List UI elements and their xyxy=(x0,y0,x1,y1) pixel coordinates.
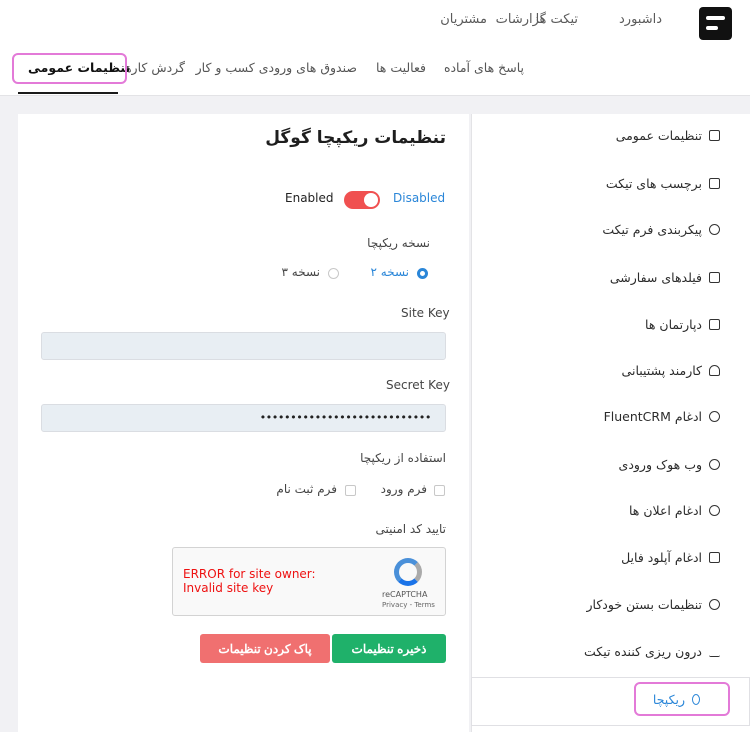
secret-key-label: Secret Key xyxy=(386,378,450,392)
sidebar-item-label: کارمند پشتیبانی xyxy=(621,363,702,378)
sidebar-item-ticket-form[interactable]: پیکربندی فرم تیکت xyxy=(602,222,720,237)
save-settings-button[interactable]: ذخیره تنظیمات xyxy=(332,634,446,663)
document-icon xyxy=(709,130,720,141)
sidebar-item-custom-fields[interactable]: فیلدهای سفارشی xyxy=(610,270,720,285)
sidebar-item-label: ادغام اعلان ها xyxy=(628,503,702,518)
captcha-brand: reCAPTCHA xyxy=(382,590,428,599)
sidebar-item-label: تنظیمات بستن خودکار xyxy=(586,597,703,612)
sidebar-item-label: ادغام FluentCRM xyxy=(603,409,702,424)
secret-key-input[interactable]: •••••••••••••••••••••••••••• xyxy=(41,404,446,432)
sidebar-item-label: برچسب های تیکت xyxy=(605,176,702,191)
active-tab-underline xyxy=(18,92,118,94)
toggle-on-label: Enabled xyxy=(285,191,334,205)
page-title: تنظیمات ریکپچا گوگل xyxy=(265,128,446,148)
sidebar-item-ticket-tags[interactable]: برچسب های تیکت xyxy=(606,176,720,191)
login-form-checkbox[interactable] xyxy=(434,485,445,496)
site-key-label: Site Key xyxy=(401,306,450,320)
folder-icon xyxy=(709,552,720,563)
tab-highlight xyxy=(12,53,127,84)
tab-business-inboxes[interactable]: صندوق های ورودی کسب و کار xyxy=(196,60,357,75)
sidebar-item-ticket-importer[interactable]: درون ریزی کننده تیکت xyxy=(584,644,720,659)
recaptcha-widget[interactable]: ERROR for site owner: Invalid site key r… xyxy=(172,547,446,616)
security-code-label: تایید کد امنیتی xyxy=(375,522,446,536)
recaptcha-icon xyxy=(394,558,422,586)
user-icon xyxy=(709,365,720,376)
clock-icon xyxy=(709,599,720,610)
sidebar-item-departments[interactable]: دپارتمان ها xyxy=(645,317,720,332)
webhook-icon xyxy=(709,459,720,470)
bag-icon xyxy=(709,319,720,330)
cog-icon xyxy=(709,411,720,422)
tab-workflows[interactable]: گردش کارها xyxy=(121,60,185,75)
sidebar-item-label: درون ریزی کننده تیکت xyxy=(584,644,702,659)
usage-label: استفاده از ریکپچا xyxy=(360,451,446,465)
tab-activities[interactable]: فعالیت ها xyxy=(376,60,426,75)
gear-icon xyxy=(709,224,720,235)
sidebar-item-general[interactable]: تنظیمات عمومی xyxy=(616,128,720,143)
app-logo[interactable] xyxy=(699,7,732,40)
sidebar-item-label: ادغام آپلود فایل xyxy=(621,550,702,565)
sidebar-item-label: وب هوک ورودی xyxy=(618,457,702,472)
captcha-links[interactable]: Privacy - Terms xyxy=(382,601,435,609)
sidebar-item-label: فیلدهای سفارشی xyxy=(609,270,702,285)
register-form-label[interactable]: فرم ثبت نام xyxy=(276,482,337,496)
bookmark-icon xyxy=(709,178,720,189)
login-form-label[interactable]: فرم ورود xyxy=(381,482,427,496)
site-key-input[interactable] xyxy=(41,332,446,360)
sidebar-item-label: پیکربندی فرم تیکت xyxy=(602,222,702,237)
sidebar-item-auto-close[interactable]: تنظیمات بستن خودکار xyxy=(586,597,720,612)
version-3-label[interactable]: نسخه ۳ xyxy=(282,265,321,279)
register-form-checkbox[interactable] xyxy=(345,485,356,496)
sidebar-item-fluentcrm[interactable]: ادغام FluentCRM xyxy=(604,409,720,424)
list-icon xyxy=(709,272,720,283)
sidebar-item-support-staff[interactable]: کارمند پشتیبانی xyxy=(622,363,720,378)
captcha-error-text: ERROR for site owner: Invalid site key xyxy=(183,567,316,595)
download-icon xyxy=(709,646,720,657)
nav-customers[interactable]: مشتریان xyxy=(440,12,487,27)
toggle-off-label: Disabled xyxy=(393,191,446,205)
sidebar-item-label: تنظیمات عمومی xyxy=(615,128,702,143)
recaptcha-toggle[interactable] xyxy=(344,191,380,209)
nav-dashboard[interactable]: داشبورد xyxy=(619,12,662,27)
version-3-radio[interactable] xyxy=(328,268,339,279)
version-2-label[interactable]: نسخه ۲ xyxy=(371,265,410,279)
version-2-radio[interactable] xyxy=(417,268,428,279)
sidebar-item-notifications[interactable]: ادغام اعلان ها xyxy=(629,503,720,518)
tab-saved-replies[interactable]: پاسخ های آماده xyxy=(444,60,524,75)
toggle-knob xyxy=(364,193,378,207)
version-label: نسخه ریکپچا xyxy=(367,236,430,250)
clear-settings-button[interactable]: پاک کردن تنظیمات xyxy=(200,634,330,663)
sidebar-item-label: دپارتمان ها xyxy=(645,317,702,332)
sidebar-highlight xyxy=(634,682,730,716)
sidebar-item-incoming-webhook[interactable]: وب هوک ورودی xyxy=(619,457,720,472)
nav-reports[interactable]: گزارشات xyxy=(496,12,546,27)
alarm-icon xyxy=(709,505,720,516)
sidebar-item-file-upload[interactable]: ادغام آپلود فایل xyxy=(621,550,720,565)
